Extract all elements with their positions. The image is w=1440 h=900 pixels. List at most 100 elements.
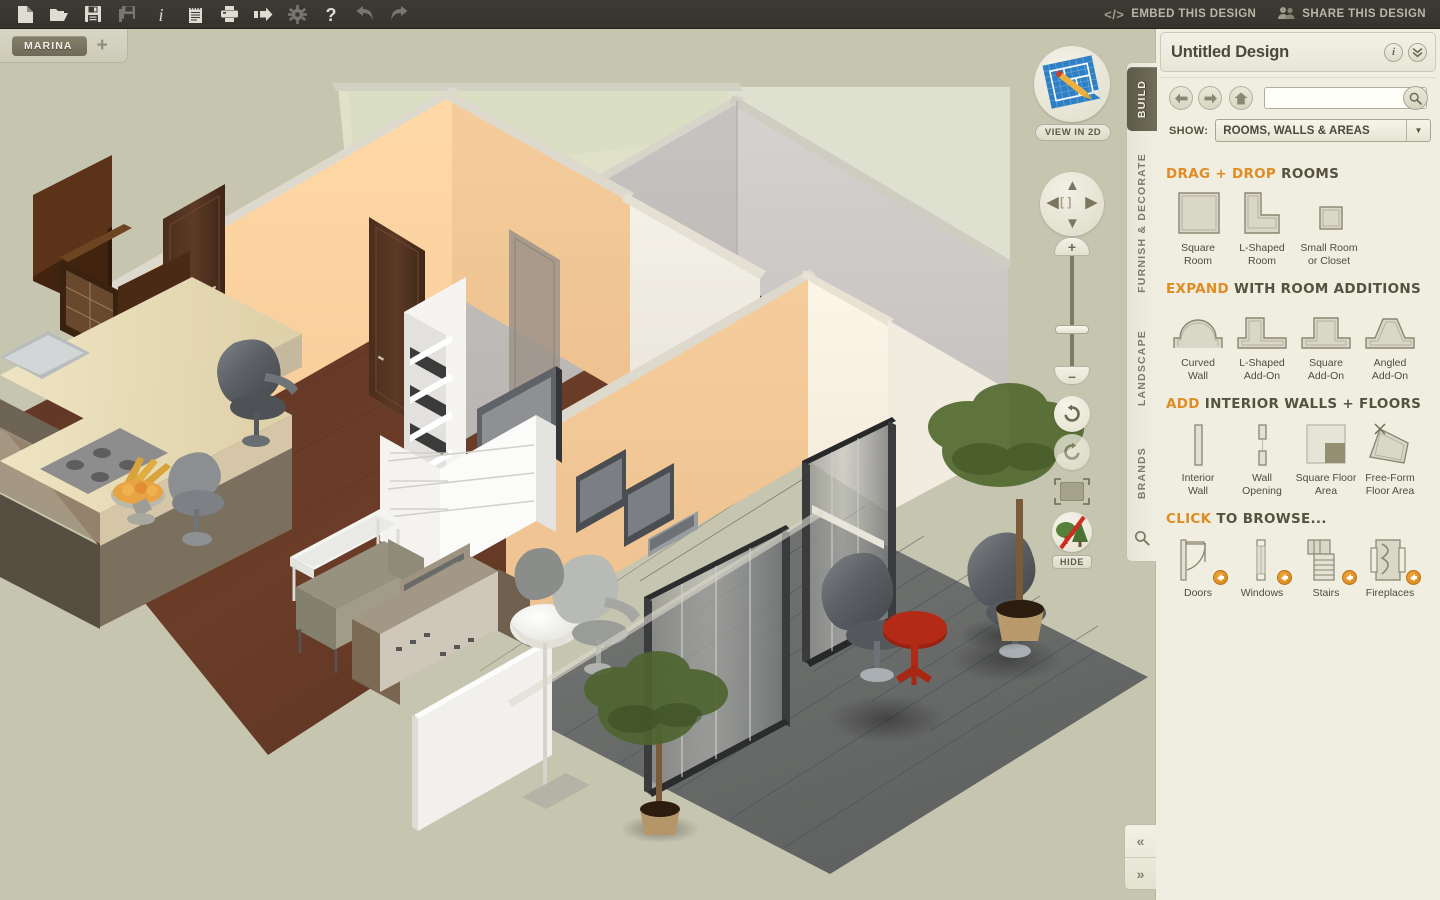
rail-tab-furnish-decorate[interactable]: FURNISH & DECORATE xyxy=(1127,143,1157,303)
home-icon xyxy=(1234,92,1248,104)
section-drag-drop-rooms: DRAG + DROP ROOMS Square Room L-Shaped R… xyxy=(1156,166,1440,273)
new-file-icon[interactable] xyxy=(8,1,42,27)
nav-forward-button[interactable] xyxy=(1198,86,1222,110)
square-floor-area-icon xyxy=(1301,421,1351,467)
panel-search xyxy=(1264,86,1428,110)
open-folder-icon[interactable] xyxy=(42,1,76,27)
undo-icon[interactable] xyxy=(348,1,382,27)
right-side-panel: Untitled Design i SHOW: ROOMS, WALLS & A… xyxy=(1155,29,1440,900)
tile-small-room-or-closet[interactable]: Small Room or Closet xyxy=(1294,191,1364,268)
tile-label-free-form-floor-area: Free-Form Floor Area xyxy=(1365,472,1415,497)
rotate-counterclockwise-button[interactable] xyxy=(1054,396,1090,432)
collapse-panel-button[interactable]: « xyxy=(1125,825,1156,857)
pan-up-arrow[interactable]: ▲ xyxy=(1065,178,1080,193)
expand-panel-button[interactable]: » xyxy=(1125,857,1156,889)
tile-label-l-shaped-room: L-Shaped Room xyxy=(1239,242,1285,267)
tile-windows[interactable]: Windows xyxy=(1230,536,1294,600)
section-title-rest: INTERIOR WALLS + FLOORS xyxy=(1199,396,1422,412)
angled-add-on-icon xyxy=(1362,306,1418,352)
embed-this-design-button[interactable]: </> EMBED THIS DESIGN xyxy=(1104,7,1256,22)
add-document-tab-button[interactable]: + xyxy=(97,36,108,55)
save-icon[interactable] xyxy=(76,1,110,27)
panel-body: DRAG + DROP ROOMS Square Room L-Shaped R… xyxy=(1156,152,1440,605)
app-root: i ? </> EMBED THIS DESIGN SHARE THIS DES… xyxy=(0,0,1440,900)
tile-group-rooms: Square Room L-Shaped Room Small Room or … xyxy=(1166,191,1430,268)
interior-wall-icon xyxy=(1175,421,1221,467)
rail-tab-build-label: BUILD xyxy=(1136,79,1148,119)
rotate-cw-icon xyxy=(1064,442,1080,460)
info-icon[interactable]: i xyxy=(144,1,178,27)
tile-l-shaped-add-on[interactable]: L-Shaped Add-On xyxy=(1230,306,1294,383)
l-shaped-add-on-icon xyxy=(1234,306,1290,352)
show-filter-select[interactable]: ROOMS, WALLS & AREAS ▼ xyxy=(1215,119,1431,142)
gear-icon[interactable] xyxy=(280,1,314,27)
category-tab-rail: BUILD FURNISH & DECORATE LANDSCAPE BRAND… xyxy=(1126,62,1157,562)
share-label: SHARE THIS DESIGN xyxy=(1302,8,1426,20)
tile-label-small-room-or-closet: Small Room or Closet xyxy=(1300,242,1358,267)
arrow-right-icon xyxy=(1204,93,1217,103)
view-in-2d-thumbnail xyxy=(1034,46,1110,122)
hide-landscape-button[interactable]: HIDE xyxy=(1052,512,1092,570)
view-in-2d-label: VIEW IN 2D xyxy=(1034,124,1112,141)
zoom-slider-thumb[interactable] xyxy=(1055,325,1089,334)
share-this-design-button[interactable]: SHARE THIS DESIGN xyxy=(1278,6,1426,23)
tile-curved-wall[interactable]: Curved Wall xyxy=(1166,306,1230,383)
notepad-icon[interactable] xyxy=(178,1,212,27)
rail-search-icon[interactable] xyxy=(1127,521,1157,555)
view-in-2d-button[interactable]: VIEW IN 2D xyxy=(1034,46,1112,141)
tile-square-room[interactable]: Square Room xyxy=(1166,191,1230,268)
embed-code-icon: </> xyxy=(1104,6,1125,22)
redo-icon[interactable] xyxy=(382,1,416,27)
panel-info-button[interactable]: i xyxy=(1384,42,1403,62)
square-room-icon xyxy=(1173,191,1223,237)
tile-label-l-shaped-add-on: L-Shaped Add-On xyxy=(1239,357,1285,382)
panel-header: Untitled Design i xyxy=(1160,32,1436,72)
l-shaped-room-icon xyxy=(1237,191,1287,237)
save-as-icon[interactable] xyxy=(110,1,144,27)
chevron-down-icon[interactable]: ▼ xyxy=(1406,120,1430,141)
tile-square-floor-area[interactable]: Square Floor Area xyxy=(1294,421,1358,498)
pan-down-arrow[interactable]: ▼ xyxy=(1065,216,1080,231)
pan-right-arrow[interactable]: ▶ xyxy=(1085,195,1097,210)
tile-label-curved-wall: Curved Wall xyxy=(1181,357,1215,382)
rotate-clockwise-button[interactable] xyxy=(1054,434,1090,470)
panel-resize-buttons: « » xyxy=(1124,824,1156,890)
rail-tab-landscape[interactable]: LANDSCAPE xyxy=(1127,313,1157,423)
tile-label-fireplaces: Fireplaces xyxy=(1365,587,1415,599)
tile-angled-add-on[interactable]: Angled Add-On xyxy=(1358,306,1422,383)
camera-snapshot-button[interactable] xyxy=(1053,477,1091,507)
pan-left-arrow[interactable]: ◀ xyxy=(1047,195,1059,210)
design-viewport-3d[interactable]: VIEW IN 2D ▲ ▼ ◀ ▶ [ ] + – HIDE xyxy=(0,29,1155,900)
tile-free-form-floor-area[interactable]: Free-Form Floor Area xyxy=(1358,421,1422,498)
section-title-room-additions: EXPAND WITH ROOM ADDITIONS xyxy=(1166,281,1430,297)
tile-doors[interactable]: Doors xyxy=(1166,536,1230,600)
door-icon xyxy=(1175,536,1228,585)
panel-collapse-button[interactable] xyxy=(1408,42,1427,62)
section-title-accent: CLICK xyxy=(1166,511,1212,527)
tile-interior-wall[interactable]: Interior Wall xyxy=(1166,421,1230,498)
zoom-slider[interactable]: + – xyxy=(1054,237,1090,385)
pan-control-pad[interactable]: ▲ ▼ ◀ ▶ [ ] xyxy=(1040,172,1104,236)
rail-tab-build[interactable]: BUILD xyxy=(1127,67,1157,131)
document-tab-marina[interactable]: MARINA xyxy=(12,35,87,56)
section-title-drag-drop-rooms: DRAG + DROP ROOMS xyxy=(1166,166,1430,182)
browse-badge-icon xyxy=(1277,570,1292,585)
chevron-double-down-icon xyxy=(1412,47,1423,57)
tile-stairs[interactable]: Stairs xyxy=(1294,536,1358,600)
pan-center-button[interactable]: [ ] xyxy=(1060,196,1071,208)
tile-label-windows: Windows xyxy=(1240,587,1284,599)
tile-square-add-on[interactable]: Square Add-On xyxy=(1294,306,1358,383)
tile-label-stairs: Stairs xyxy=(1312,587,1340,599)
free-form-floor-area-icon xyxy=(1364,421,1416,467)
tile-fireplaces[interactable]: Fireplaces xyxy=(1358,536,1422,600)
square-add-on-icon xyxy=(1298,306,1354,352)
help-icon[interactable]: ? xyxy=(314,1,348,27)
search-submit-button[interactable] xyxy=(1403,86,1428,110)
nav-back-button[interactable] xyxy=(1169,86,1193,110)
rail-tab-brands[interactable]: BRANDS xyxy=(1127,433,1157,513)
tile-l-shaped-room[interactable]: L-Shaped Room xyxy=(1230,191,1294,268)
nav-home-button[interactable] xyxy=(1229,86,1253,110)
print-icon[interactable] xyxy=(212,1,246,27)
export-icon[interactable] xyxy=(246,1,280,27)
tile-wall-opening[interactable]: Wall Opening xyxy=(1230,421,1294,498)
